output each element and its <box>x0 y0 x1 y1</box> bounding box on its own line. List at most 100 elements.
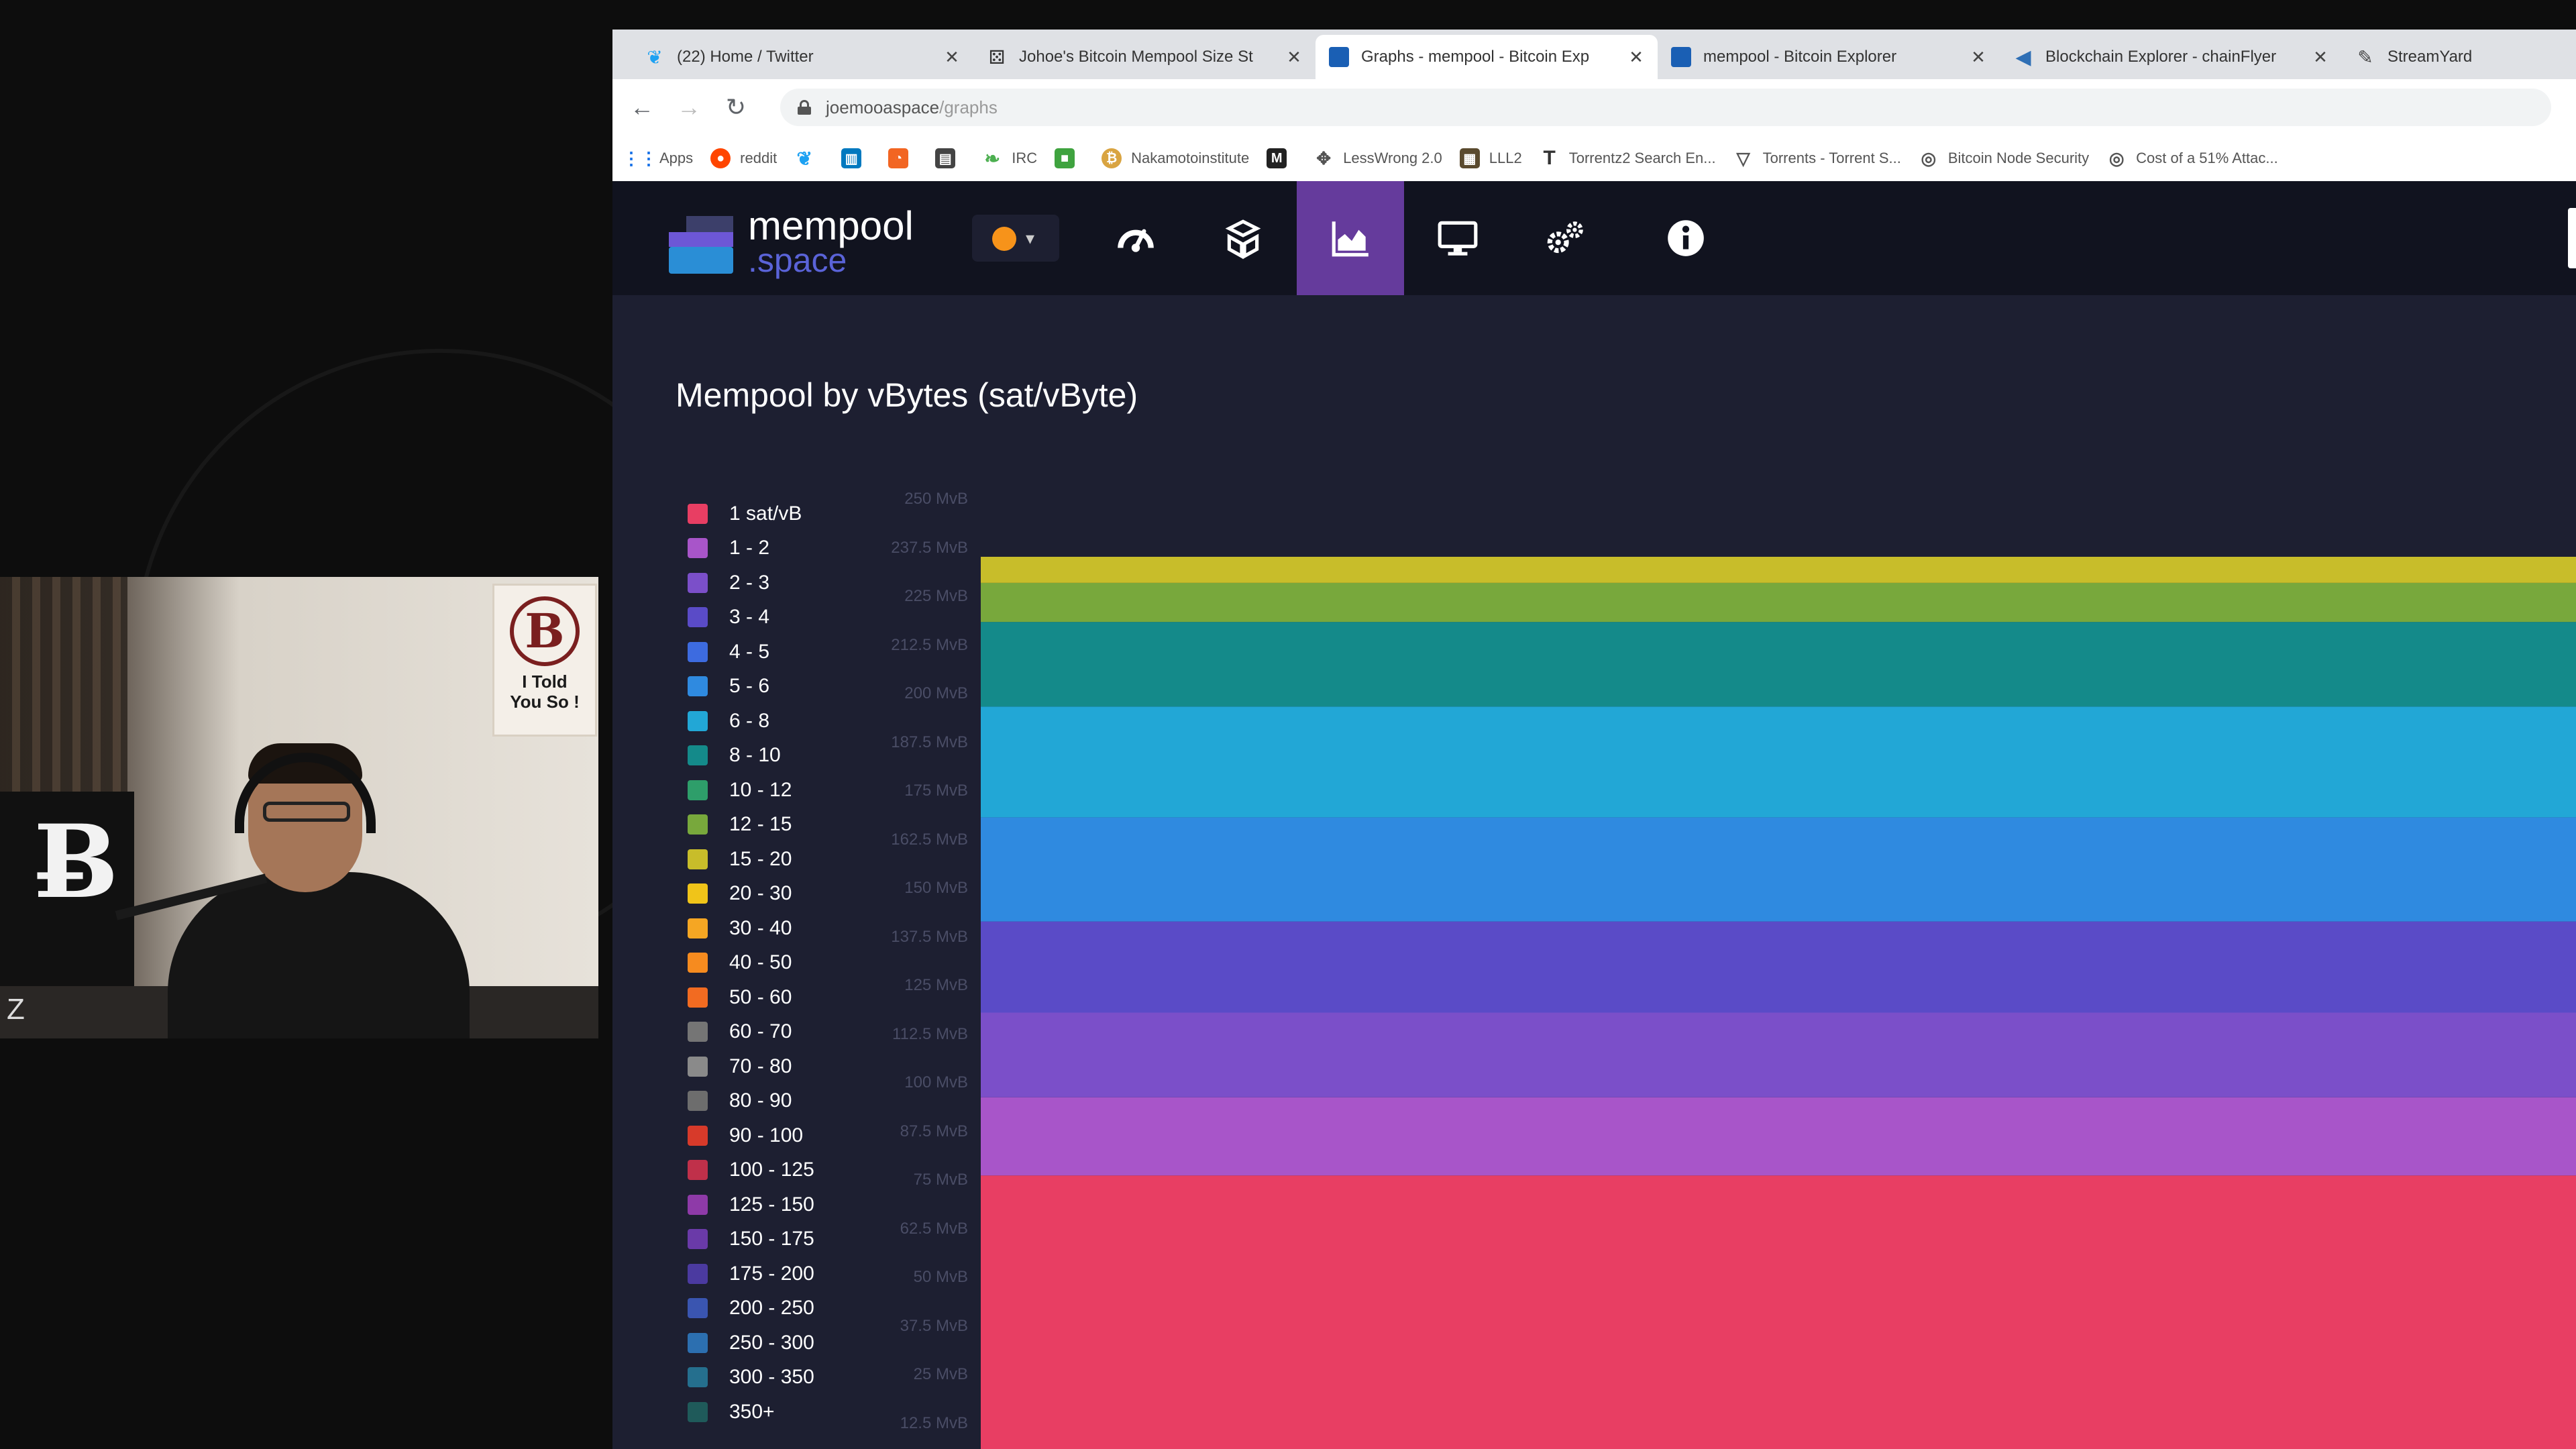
legend-swatch <box>688 503 708 524</box>
reload-icon[interactable]: ↻ <box>721 93 751 122</box>
bookmark-medium[interactable]: M <box>1267 148 1296 168</box>
area-series[interactable] <box>981 622 2576 707</box>
bookmark-label: Torrents - Torrent S... <box>1762 150 1901 166</box>
legend-item[interactable]: 40 - 50 <box>688 946 862 981</box>
area-series[interactable] <box>981 1097 2576 1176</box>
glasses-icon <box>263 802 350 822</box>
legend-item[interactable]: 60 - 70 <box>688 1015 862 1050</box>
area-series[interactable] <box>981 921 2576 1013</box>
legend-item[interactable]: 20 - 30 <box>688 877 862 912</box>
legend-item[interactable]: 3 - 4 <box>688 600 862 635</box>
rss-icon: ◔ <box>888 148 909 168</box>
tab-graphs[interactable]: Graphs - mempool - Bitcoin Exp ✕ <box>1316 35 1658 79</box>
nav-graphs[interactable] <box>1297 181 1404 295</box>
close-icon[interactable]: ✕ <box>1970 47 1986 68</box>
legend-item[interactable]: 6 - 8 <box>688 704 862 739</box>
navbar-edge-button[interactable] <box>2568 208 2576 268</box>
tab-streamyard[interactable]: ✎ StreamYard <box>2342 35 2576 79</box>
nav-about[interactable] <box>1632 181 1739 295</box>
area-series[interactable] <box>981 1175 2576 1449</box>
legend-swatch <box>688 710 708 731</box>
bookmark-apps[interactable]: ⋮⋮ Apps <box>623 148 693 168</box>
area-series[interactable] <box>981 557 2576 583</box>
bookmark-51-attack[interactable]: ◎ Cost of a 51% Attac... <box>2106 148 2278 168</box>
tab-label: mempool - Bitcoin Explorer <box>1703 48 1897 66</box>
bookmark-node-security[interactable]: ◎ Bitcoin Node Security <box>1919 148 2089 168</box>
bookmark-lesswrong[interactable]: ✥ LessWrong 2.0 <box>1313 148 1442 168</box>
network-selector[interactable]: ▾ <box>972 215 1059 262</box>
legend-swatch <box>688 538 708 559</box>
legend-item[interactable]: 1 sat/vB <box>688 496 862 531</box>
legend-item[interactable]: 4 - 5 <box>688 635 862 669</box>
back-arrow-icon[interactable]: ← <box>627 93 657 122</box>
close-icon[interactable]: ✕ <box>2312 47 2328 68</box>
legend-swatch <box>688 1194 708 1215</box>
bookmark-torrentz[interactable]: T Torrentz2 Search En... <box>1540 147 1716 169</box>
bookmark-green[interactable]: ■ <box>1055 148 1084 168</box>
legend-item[interactable]: 10 - 12 <box>688 773 862 808</box>
legend-item[interactable]: 250 - 300 <box>688 1326 862 1360</box>
bookmark-reddit[interactable]: ● reddit <box>710 148 777 168</box>
legend-swatch <box>688 1332 708 1353</box>
area-series[interactable] <box>981 817 2576 922</box>
nav-blocks[interactable] <box>1189 181 1297 295</box>
legend-item[interactable]: 175 - 200 <box>688 1256 862 1291</box>
nav-tv[interactable] <box>1404 181 1511 295</box>
legend-item[interactable]: 5 - 6 <box>688 669 862 704</box>
legend-label: 30 - 40 <box>729 916 792 939</box>
legend-item[interactable]: 30 - 40 <box>688 911 862 946</box>
url-host: joemooaspace <box>826 97 940 117</box>
bookmark-twitter[interactable]: ❦ <box>794 148 824 169</box>
webcam-feed: Ƀ Z B I Told You So ! <box>0 577 598 1038</box>
area-series[interactable] <box>981 582 2576 623</box>
legend-item[interactable]: 125 - 150 <box>688 1187 862 1222</box>
legend-swatch <box>688 745 708 766</box>
chart-title: Mempool by vBytes (sat/vByte) <box>676 376 1138 414</box>
legend-item[interactable]: 200 - 250 <box>688 1291 862 1326</box>
stacked-area-chart[interactable] <box>981 557 2576 1449</box>
legend-item[interactable]: 12 - 15 <box>688 808 862 843</box>
legend-swatch <box>688 1022 708 1042</box>
legend-label: 60 - 70 <box>729 1020 792 1043</box>
legend-item[interactable]: 2 - 3 <box>688 566 862 600</box>
legend-item[interactable]: 80 - 90 <box>688 1084 862 1119</box>
bookmark-printer[interactable]: ▤ <box>935 148 965 168</box>
bookmark-irc[interactable]: ❧ IRC <box>982 148 1037 169</box>
bookmark-rss[interactable]: ◔ <box>888 148 918 168</box>
close-icon[interactable]: ✕ <box>1628 47 1644 68</box>
tab-chainflyer[interactable]: ◀ Blockchain Explorer - chainFlyer ✕ <box>2000 35 2342 79</box>
legend-item[interactable]: 300 - 350 <box>688 1360 862 1395</box>
tv-icon <box>1438 221 1478 256</box>
forward-arrow-icon[interactable]: → <box>674 93 704 122</box>
legend-item[interactable]: 50 - 60 <box>688 980 862 1015</box>
legend-item[interactable]: 70 - 80 <box>688 1049 862 1084</box>
legend-swatch <box>688 641 708 662</box>
close-icon[interactable]: ✕ <box>944 47 960 68</box>
bookmark-label: Nakamotoinstitute <box>1131 150 1250 166</box>
legend-label: 20 - 30 <box>729 882 792 905</box>
legend-item[interactable]: 8 - 10 <box>688 739 862 773</box>
address-bar[interactable]: joemooaspace /graphs <box>780 89 2551 126</box>
nav-tools[interactable] <box>1511 181 1619 295</box>
bookmark-lll2[interactable]: ▦ LLL2 <box>1459 148 1522 168</box>
area-series[interactable] <box>981 1012 2576 1097</box>
area-series[interactable] <box>981 706 2576 818</box>
mempool-logo[interactable]: mempool .space <box>669 204 937 279</box>
tab-johoe[interactable]: ⚄ Johoe's Bitcoin Mempool Size St ✕ <box>973 35 1316 79</box>
legend-item[interactable]: 150 - 175 <box>688 1222 862 1257</box>
legend-swatch <box>688 1056 708 1077</box>
legend-item[interactable]: 1 - 2 <box>688 531 862 566</box>
bookmark-torrents[interactable]: ▽ Torrents - Torrent S... <box>1733 148 1901 168</box>
y-tick-label: 150 MvB <box>904 879 968 897</box>
legend-label: 15 - 20 <box>729 847 792 870</box>
close-icon[interactable]: ✕ <box>1286 47 1302 68</box>
bookmark-nakamoto[interactable]: ₿ Nakamotoinstitute <box>1102 148 1249 168</box>
nav-dashboard[interactable] <box>1082 181 1189 295</box>
legend-item[interactable]: 350+ <box>688 1395 862 1430</box>
bookmark-trello[interactable]: ▥ <box>841 148 871 168</box>
legend-item[interactable]: 90 - 100 <box>688 1118 862 1153</box>
legend-item[interactable]: 100 - 125 <box>688 1153 862 1188</box>
tab-twitter[interactable]: ❦ (22) Home / Twitter ✕ <box>631 35 973 79</box>
legend-item[interactable]: 15 - 20 <box>688 842 862 877</box>
tab-mempool-explorer[interactable]: mempool - Bitcoin Explorer ✕ <box>1658 35 2000 79</box>
